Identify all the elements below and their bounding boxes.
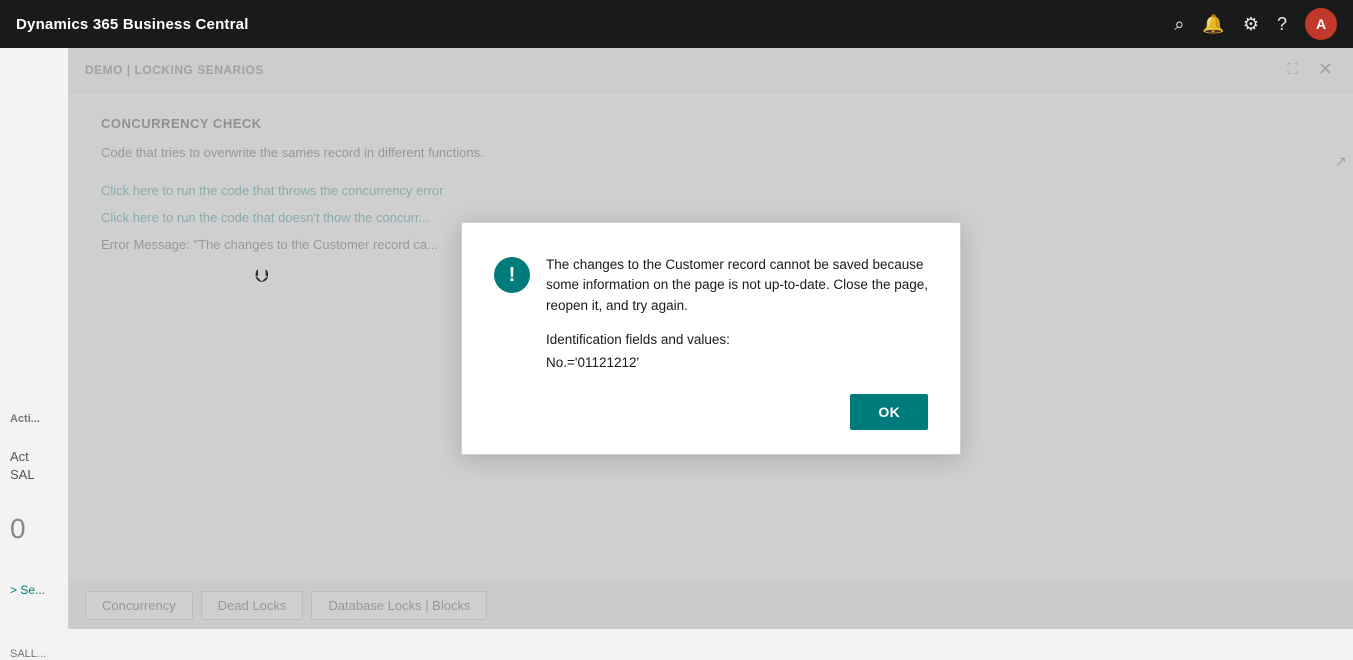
bell-icon[interactable]: 🔔: [1202, 14, 1224, 35]
dialog-overlay: ! The changes to the Customer record can…: [69, 48, 1353, 629]
dialog-footer: OK: [494, 394, 928, 430]
dialog-sub-label: Identification fields and values:: [546, 332, 928, 347]
bg-act-label: Acti...: [10, 413, 40, 425]
dialog-content: ! The changes to the Customer record can…: [494, 255, 928, 370]
bg-act-sal: ActSAL: [10, 448, 35, 484]
nav-icon-group: ⌕ 🔔 ⚙ ? A: [1174, 8, 1337, 40]
search-icon[interactable]: ⌕: [1174, 14, 1184, 35]
sub-window: DEMO | LOCKING SENARIOS ⛶ ✕ CONCURRENCY …: [68, 48, 1353, 629]
dialog-warning-icon: !: [494, 257, 530, 293]
gear-icon[interactable]: ⚙: [1243, 14, 1259, 35]
top-navigation: Dynamics 365 Business Central ⌕ 🔔 ⚙ ? A: [0, 0, 1353, 48]
dialog-main-message: The changes to the Customer record canno…: [546, 255, 928, 316]
bg-zero: 0: [10, 513, 26, 545]
help-icon[interactable]: ?: [1277, 14, 1287, 35]
avatar[interactable]: A: [1305, 8, 1337, 40]
ok-button[interactable]: OK: [850, 394, 928, 430]
main-area: CR... Sale... INSI... ● ● C... Acti... A…: [0, 48, 1353, 629]
bg-see-more: > Se...: [10, 583, 45, 597]
app-brand: Dynamics 365 Business Central: [16, 16, 249, 33]
dialog-field-value: No.='01121212': [546, 355, 928, 370]
bg-sall-label: SALL...: [10, 648, 46, 660]
dialog-text: The changes to the Customer record canno…: [546, 255, 928, 370]
dialog-box: ! The changes to the Customer record can…: [461, 222, 961, 455]
